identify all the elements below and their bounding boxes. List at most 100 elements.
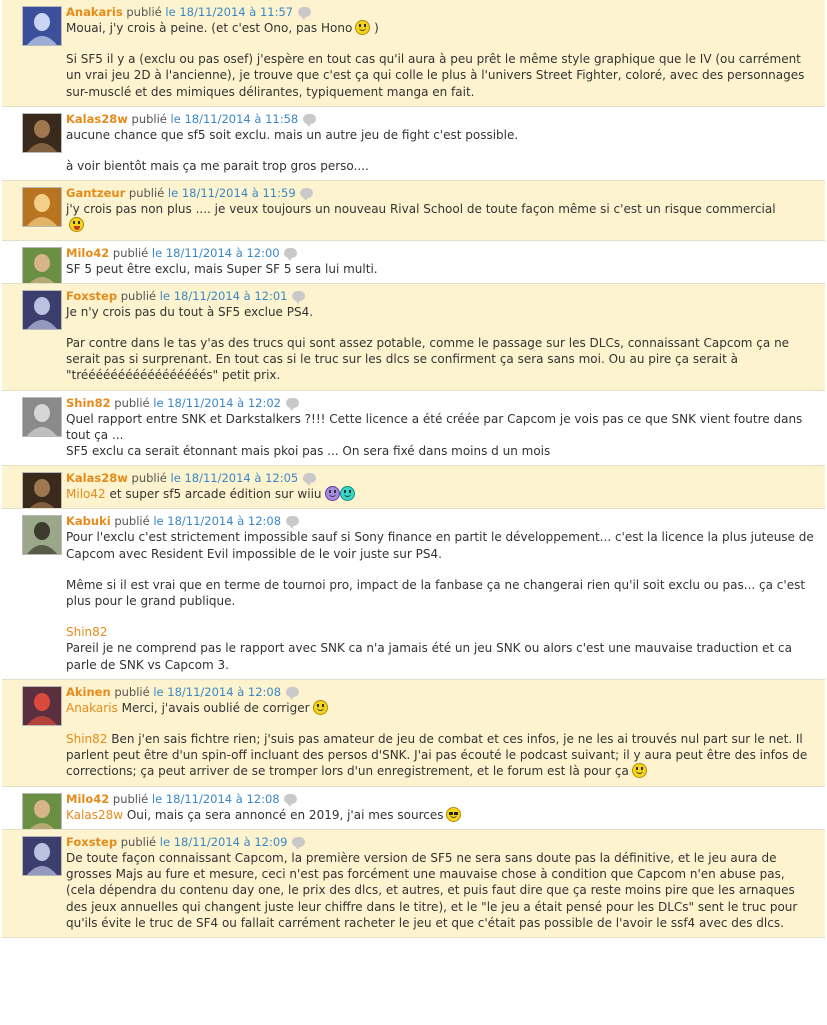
comment-body: aucune chance que sf5 soit exclu. mais u… — [66, 127, 817, 174]
published-label: publié — [110, 684, 154, 699]
foxstep-avatar[interactable] — [22, 289, 62, 330]
comment-meta: Milo42 publié le 18/11/2014 à 12:00 — [66, 246, 817, 261]
published-label: publié — [109, 245, 152, 260]
comment-meta: Foxstep publié le 18/11/2014 à 12:09 — [66, 835, 817, 850]
comment-author[interactable]: Milo42 — [66, 246, 109, 260]
comment-meta: Milo42 publié le 18/11/2014 à 12:08 — [66, 792, 817, 807]
comment-date-link[interactable]: le 18/11/2014 à 11:59 — [168, 186, 296, 200]
comment-item: Kabuki publié le 18/11/2014 à 12:08 Pour… — [2, 509, 825, 680]
comment-paragraph: Par contre dans le tas y'as des trucs qu… — [66, 336, 790, 383]
comment-item: Milo42 publié le 18/11/2014 à 12:00 SF 5… — [2, 240, 825, 284]
comment-item: Akinen publié le 18/11/2014 à 12:08 Anak… — [2, 679, 825, 787]
comment-author[interactable]: Anakaris — [66, 5, 123, 19]
mention-link[interactable]: Kalas28w — [66, 808, 123, 822]
comment-item: Anakaris publié le 18/11/2014 à 11:57 Mo… — [2, 0, 825, 107]
kalas28w-avatar[interactable] — [22, 112, 62, 153]
reply-bubble-icon[interactable] — [297, 7, 311, 20]
comment-author[interactable]: Kabuki — [66, 514, 111, 528]
comment-author[interactable]: Milo42 — [66, 792, 109, 806]
comment-date-link[interactable]: le 18/11/2014 à 12:09 — [160, 835, 288, 849]
comment-author[interactable]: Akinen — [66, 685, 111, 699]
kabuki-avatar[interactable] — [22, 515, 62, 556]
comment-item: Kalas28w publié le 18/11/2014 à 12:05 Mi… — [2, 466, 825, 510]
gantzeur-avatar[interactable] — [22, 187, 62, 228]
mention-link[interactable]: Anakaris — [66, 701, 118, 715]
reply-bubble-icon[interactable] — [302, 473, 316, 487]
comment-author[interactable]: Shin82 — [66, 396, 111, 410]
comment-meta: Foxstep publié le 18/11/2014 à 12:01 — [66, 289, 817, 304]
reply-bubble-icon[interactable] — [284, 247, 298, 261]
comment-paragraph: Même si il est vrai que en terme de tour… — [66, 577, 806, 609]
milo42-avatar[interactable] — [22, 246, 62, 283]
mention-link[interactable]: Shin82 — [66, 732, 107, 746]
comment-date-link[interactable]: le 18/11/2014 à 11:57 — [165, 5, 293, 19]
smiley-glasses-icon — [446, 806, 462, 822]
comment-body: Pour l'exclu c'est strictement impossibl… — [66, 529, 817, 672]
foxstep-avatar-2[interactable] — [22, 835, 62, 876]
reply-bubble-icon[interactable] — [285, 686, 299, 700]
comment-author[interactable]: Foxstep — [66, 835, 117, 849]
comment-date-link[interactable]: le 18/11/2014 à 12:08 — [152, 792, 280, 806]
comment-date-link[interactable]: le 18/11/2014 à 12:01 — [160, 289, 288, 303]
comment-body: j'y crois pas non plus .... je veux touj… — [66, 201, 817, 233]
comment-author[interactable]: Gantzeur — [66, 186, 125, 200]
published-label: publié — [117, 288, 160, 303]
reply-bubble-icon[interactable] — [302, 113, 316, 127]
comment-author[interactable]: Kalas28w — [66, 471, 128, 485]
published-label: publié — [117, 834, 160, 849]
comment-date-link[interactable]: le 18/11/2014 à 12:05 — [171, 471, 299, 485]
comment-paragraph: Mouai, j'y crois à peine. (et c'est Ono,… — [66, 20, 379, 35]
reply-bubble-icon[interactable] — [292, 836, 306, 850]
comment-paragraph: Quel rapport entre SNK et Darkstalkers ?… — [66, 411, 803, 442]
comment-paragraph: à voir bientôt mais ça me parait trop gr… — [66, 159, 369, 174]
comment-paragraph: Si SF5 il y a (exclu ou pas osef) j'espè… — [66, 52, 805, 99]
comment-date-link[interactable]: le 18/11/2014 à 12:00 — [152, 246, 280, 260]
milo42-avatar-2[interactable] — [22, 792, 62, 829]
comment-body: Kalas28w Oui, mais ça sera annoncé en 20… — [66, 806, 817, 823]
comment-meta: Akinen publié le 18/11/2014 à 12:08 — [66, 685, 817, 700]
mention-link[interactable]: Milo42 — [66, 487, 106, 501]
smiley-wink-icon — [312, 699, 328, 715]
reply-bubble-icon[interactable] — [292, 290, 306, 304]
comment-paragraph: Pour l'exclu c'est strictement impossibl… — [66, 530, 814, 561]
mention-link[interactable]: Shin82 — [66, 625, 107, 639]
smiley-purple-icon — [324, 486, 340, 502]
reply-bubble-icon[interactable] — [285, 516, 299, 530]
comment-meta: Gantzeur publié le 18/11/2014 à 11:59 — [66, 186, 817, 202]
comment-meta: Kalas28w publié le 18/11/2014 à 12:05 — [66, 471, 817, 487]
published-label: publié — [109, 791, 152, 806]
comment-item: Milo42 publié le 18/11/2014 à 12:08 Kala… — [2, 786, 825, 830]
smiley-wink-icon — [355, 20, 371, 35]
comment-body: Milo42 et super sf5 arcade édition sur w… — [66, 486, 817, 502]
comment-paragraph: Anakaris Merci, j'avais oublié de corrig… — [66, 699, 817, 716]
comment-date-link[interactable]: le 18/11/2014 à 12:08 — [153, 514, 281, 528]
published-label: publié — [110, 514, 154, 529]
comment-item: Foxstep publié le 18/11/2014 à 12:01 Je … — [2, 283, 825, 391]
smiley-wink-icon — [631, 763, 647, 779]
akinen-avatar[interactable] — [22, 685, 62, 726]
comment-author[interactable]: Kalas28w — [66, 112, 128, 126]
shin82-avatar[interactable] — [22, 396, 62, 437]
reply-bubble-icon[interactable] — [284, 793, 298, 807]
comment-paragraph: De toute façon connaissant Capcom, la pr… — [66, 850, 798, 930]
anakaris-avatar[interactable] — [22, 6, 62, 46]
comment-meta: Kalas28w publié le 18/11/2014 à 11:58 — [66, 112, 817, 127]
comment-item: Foxstep publié le 18/11/2014 à 12:09 De … — [2, 829, 825, 938]
comment-date-link[interactable]: le 18/11/2014 à 12:08 — [153, 685, 281, 699]
comment-paragraph: Kalas28w Oui, mais ça sera annoncé en 20… — [66, 806, 817, 823]
reply-bubble-icon[interactable] — [300, 188, 314, 202]
published-label: publié — [125, 186, 168, 201]
comment-body: Anakaris Merci, j'avais oublié de corrig… — [66, 699, 817, 780]
comment-author[interactable]: Foxstep — [66, 289, 117, 303]
comment-meta: Shin82 publié le 18/11/2014 à 12:02 — [66, 396, 817, 411]
comment-list: Anakaris publié le 18/11/2014 à 11:57 Mo… — [2, 0, 825, 938]
comment-date-link[interactable]: le 18/11/2014 à 12:02 — [153, 396, 281, 410]
comment-date-link[interactable]: le 18/11/2014 à 11:58 — [171, 112, 299, 126]
reply-bubble-icon[interactable] — [285, 397, 299, 411]
kalas28w-avatar-2[interactable] — [22, 472, 62, 509]
comment-paragraph: Pareil je ne comprend pas le rapport ave… — [66, 641, 792, 672]
